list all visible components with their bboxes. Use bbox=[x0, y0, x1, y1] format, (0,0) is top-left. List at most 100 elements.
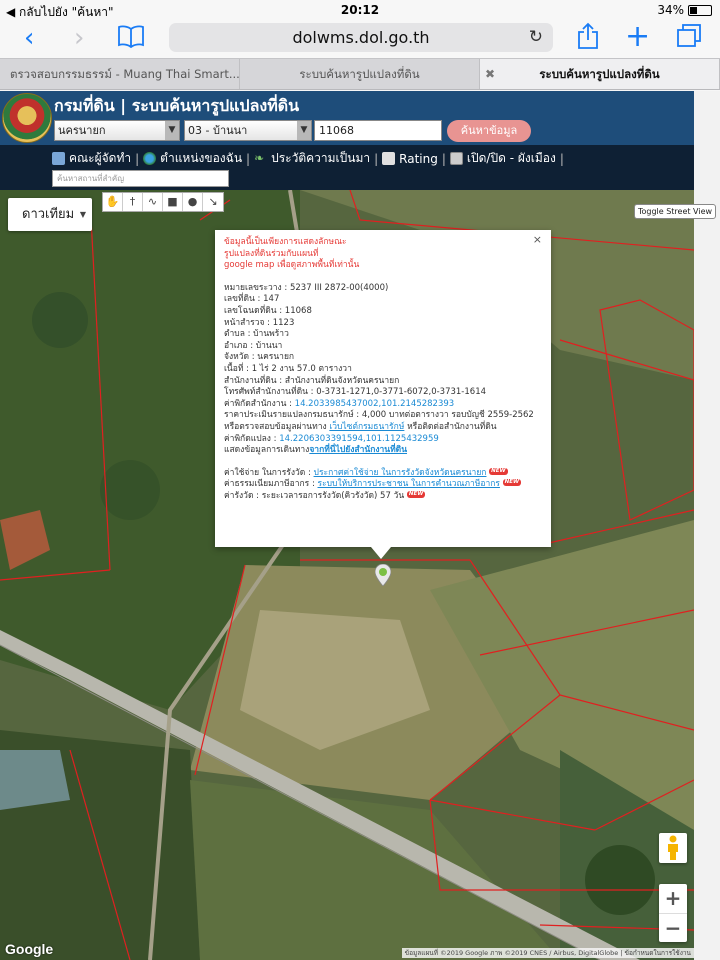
province: จังหวัด : นครนายก bbox=[224, 352, 295, 363]
status-bar: ◀ กลับไปยัง "ค้นหา" 20:12 34% bbox=[0, 0, 720, 20]
appraisal-check: หรือตรวจสอบข้อมูลผ่านทาง เว็บไซต์กรมธนาร… bbox=[224, 422, 542, 434]
parcel-area: เนื้อที่ : 1 ไร่ 2 งาน 57.0 ตารางวา bbox=[224, 363, 352, 374]
browser-tabs: ตรวจสอบกรรมธรรม์ - Muang Thai Smart... ร… bbox=[0, 58, 720, 90]
new-badge: NEW bbox=[406, 490, 426, 498]
caret-down-icon: ▼ bbox=[79, 210, 86, 219]
toggle-street-view-button[interactable]: Toggle Street View bbox=[634, 204, 716, 219]
globe-icon bbox=[143, 152, 157, 165]
land-number: เลขที่ดิน : 147 bbox=[224, 294, 280, 305]
treasury-website-link[interactable]: เว็บไซต์กรมธนารักษ์ bbox=[329, 422, 404, 432]
tab-label: ตรวจสอบกรรมธรรม์ - Muang Thai Smart... bbox=[10, 67, 240, 81]
close-icon[interactable]: × bbox=[533, 234, 542, 246]
deed-number: เลขโฉนดที่ดิน : 11068 bbox=[224, 305, 312, 316]
land-office: สำนักงานที่ดิน : สำนักงานที่ดินจังหวัดนค… bbox=[224, 375, 400, 386]
measure-icon[interactable]: ↘ bbox=[203, 193, 223, 211]
appraisal-price: ราคาประเมินรายแปลงกรมธนารักษ์ : 4,000 บา… bbox=[224, 410, 534, 421]
new-tab-icon[interactable]: + bbox=[625, 22, 650, 52]
tab-land-search-active[interactable]: ✖ ระบบค้นหารูปแปลงที่ดิน bbox=[480, 59, 720, 89]
site-title: กรมที่ดิน | ระบบค้นหารูปแปลงที่ดิน bbox=[54, 96, 300, 115]
district-select-value: 03 - บ้านนา bbox=[188, 124, 248, 137]
office-coordinates-label: ค่าพิกัดสำนักงาน : bbox=[224, 398, 295, 409]
nav-history[interactable]: ❧ ประวัติความเป็นมา bbox=[254, 149, 370, 168]
tabs-overview-icon[interactable] bbox=[676, 24, 702, 55]
province-select-value: นครนายก bbox=[58, 124, 106, 137]
new-badge: NEW bbox=[489, 467, 508, 475]
polyline-icon[interactable]: ∿ bbox=[143, 193, 163, 211]
parcel-number-input[interactable]: 11068 bbox=[314, 120, 442, 141]
map-sheet: หมายเลขระวาง : 5237 III 2872-00(4000) bbox=[224, 282, 389, 293]
quick-search-input[interactable]: ค้นหาสถานที่สำคัญ bbox=[52, 170, 229, 187]
survey-page: หน้าสำรวจ : 1123 bbox=[224, 317, 295, 328]
battery-percent: 34% bbox=[657, 3, 684, 17]
tax-calc-link[interactable]: ระบบให้บริการประชาชน ในการคำนวณภาษีอากร bbox=[318, 479, 500, 489]
zoom-controls: + − bbox=[659, 884, 687, 942]
share-icon[interactable] bbox=[577, 22, 599, 57]
survey-fee-link[interactable]: ประกาศค่าใช้จ่าย ในการรังวัดจังหวัดนครนา… bbox=[314, 468, 487, 478]
url-bar[interactable]: dolwms.dol.go.th ↻ bbox=[169, 23, 553, 52]
dol-logo bbox=[2, 93, 52, 143]
battery-fill bbox=[690, 6, 697, 14]
drawing-toolbar: ✋ † ∿ ■ ● ↘ bbox=[102, 192, 224, 212]
tax-fee-label: ค่าธรรมเนียมภาษีอากร : bbox=[224, 479, 318, 490]
parcel-marker-icon[interactable] bbox=[375, 564, 391, 586]
bookmarks-icon[interactable] bbox=[118, 24, 144, 55]
route-info-prefix: แสดงข้อมูลการเดินทาง bbox=[224, 445, 310, 456]
forward-icon[interactable]: › bbox=[74, 23, 84, 53]
tab-label: ระบบค้นหารูปแปลงที่ดิน bbox=[299, 67, 420, 81]
street-view-pegman-icon[interactable] bbox=[659, 833, 687, 863]
new-badge: NEW bbox=[502, 479, 522, 487]
nav-rating[interactable]: Rating bbox=[382, 152, 438, 166]
nav-my-location[interactable]: ตำแหน่งของฉัน bbox=[143, 149, 242, 168]
satellite-map[interactable]: ดาวเทียม ▼ ✋ † ∿ ■ ● ↘ × ข้อมูลนี้เป็นเพ… bbox=[0, 190, 694, 960]
survey-fee-label: ค่าใช้จ่าย ในการรังวัด : bbox=[224, 467, 314, 478]
page-edge bbox=[694, 91, 720, 960]
office-coordinates-link[interactable]: 14.2033985437002,101.2145282393 bbox=[295, 399, 455, 409]
status-time: 20:12 bbox=[340, 3, 380, 17]
survey-fee: ค่าใช้จ่าย ในการรังวัด : ประกาศค่าใช้จ่า… bbox=[224, 467, 542, 480]
search-button[interactable]: ค้นหาข้อมูล bbox=[447, 120, 531, 142]
survey-queue: ค่ารังวัด : ระยะเวลารอการรังวัด(คิวรังวั… bbox=[224, 490, 542, 503]
chevron-down-icon: ▼ bbox=[297, 121, 311, 140]
team-icon bbox=[52, 152, 65, 165]
tax-fee: ค่าธรรมเนียมภาษีอากร : ระบบให้บริการประช… bbox=[224, 479, 542, 491]
parcel-coordinates-link[interactable]: 14.2206303391594,101.1125432959 bbox=[279, 434, 439, 444]
close-tab-icon[interactable]: ✖ bbox=[485, 59, 495, 89]
site-nav: คณะผู้จัดทำ | ตำแหน่งของฉัน | ❧ ประวัติค… bbox=[0, 145, 694, 190]
circle-icon[interactable]: ● bbox=[183, 193, 203, 211]
parcel-coordinates-label: ค่าพิกัดแปลง : bbox=[224, 433, 280, 444]
appraisal-check-suffix: หรือติดต่อสำนักงานที่ดิน bbox=[404, 421, 497, 432]
tab-label: ระบบค้นหารูปแปลงที่ดิน bbox=[539, 67, 660, 81]
appraisal-check-prefix: หรือตรวจสอบข้อมูลผ่านทาง bbox=[224, 421, 330, 432]
nav-label: ตำแหน่งของฉัน bbox=[160, 151, 243, 165]
hand-icon[interactable]: ✋ bbox=[103, 193, 123, 211]
square-icon[interactable]: ■ bbox=[163, 193, 183, 211]
province-select[interactable]: นครนายก ▼ bbox=[54, 120, 180, 141]
nav-label: เปิด/ปิด - ผังเมือง bbox=[466, 151, 556, 165]
history-icon: ❧ bbox=[254, 151, 265, 165]
office-coordinates: ค่าพิกัดสำนักงาน : 14.2033985437002,101.… bbox=[224, 399, 542, 411]
zoom-out-button[interactable]: − bbox=[659, 914, 687, 943]
nav-label: Rating bbox=[399, 151, 438, 166]
back-icon[interactable]: ‹ bbox=[24, 23, 34, 53]
zoom-in-button[interactable]: + bbox=[659, 884, 687, 913]
map-type-label: ดาวเทียม bbox=[22, 207, 75, 222]
nav-toggle-city-plan[interactable]: เปิด/ปิด - ผังเมือง bbox=[449, 149, 556, 168]
map-attribution[interactable]: ข้อมูลแผนที่ ©2019 Google ภาพ ©2019 CNES… bbox=[401, 948, 694, 958]
nav-team[interactable]: คณะผู้จัดทำ bbox=[52, 149, 131, 168]
district-select[interactable]: 03 - บ้านนา ▼ bbox=[184, 120, 312, 141]
rating-icon bbox=[382, 152, 396, 165]
route-info: แสดงข้อมูลการเดินทางจากที่นี่ไปยังสำนักง… bbox=[224, 445, 542, 457]
route-to-office-link[interactable]: จากที่นี่ไปยังสำนักงานที่ดิน bbox=[309, 445, 407, 455]
tab-muang-thai[interactable]: ตรวจสอบกรรมธรรม์ - Muang Thai Smart... bbox=[0, 59, 240, 89]
subdistrict: ตำบล : บ้านพร้าว bbox=[224, 329, 289, 340]
parcel-coordinates: ค่าพิกัดแปลง : 14.2206303391594,101.1125… bbox=[224, 434, 542, 446]
reload-icon[interactable]: ↻ bbox=[529, 23, 543, 52]
browser-toolbar: ‹ › dolwms.dol.go.th ↻ + bbox=[0, 20, 720, 58]
url-text: dolwms.dol.go.th bbox=[292, 28, 430, 47]
tab-land-search-1[interactable]: ระบบค้นหารูปแปลงที่ดิน bbox=[240, 59, 480, 89]
parcel-info-window: × ข้อมูลนี้เป็นเพียงการแสดงลักษณะ รูปแปล… bbox=[215, 230, 551, 559]
office-phone: โทรศัพท์สำนักงานที่ดิน : 0-3731-1271,0-3… bbox=[224, 387, 487, 398]
map-type-select[interactable]: ดาวเทียม ▼ bbox=[8, 198, 92, 231]
pin-icon[interactable]: † bbox=[123, 193, 143, 211]
google-logo: Google bbox=[5, 941, 54, 957]
